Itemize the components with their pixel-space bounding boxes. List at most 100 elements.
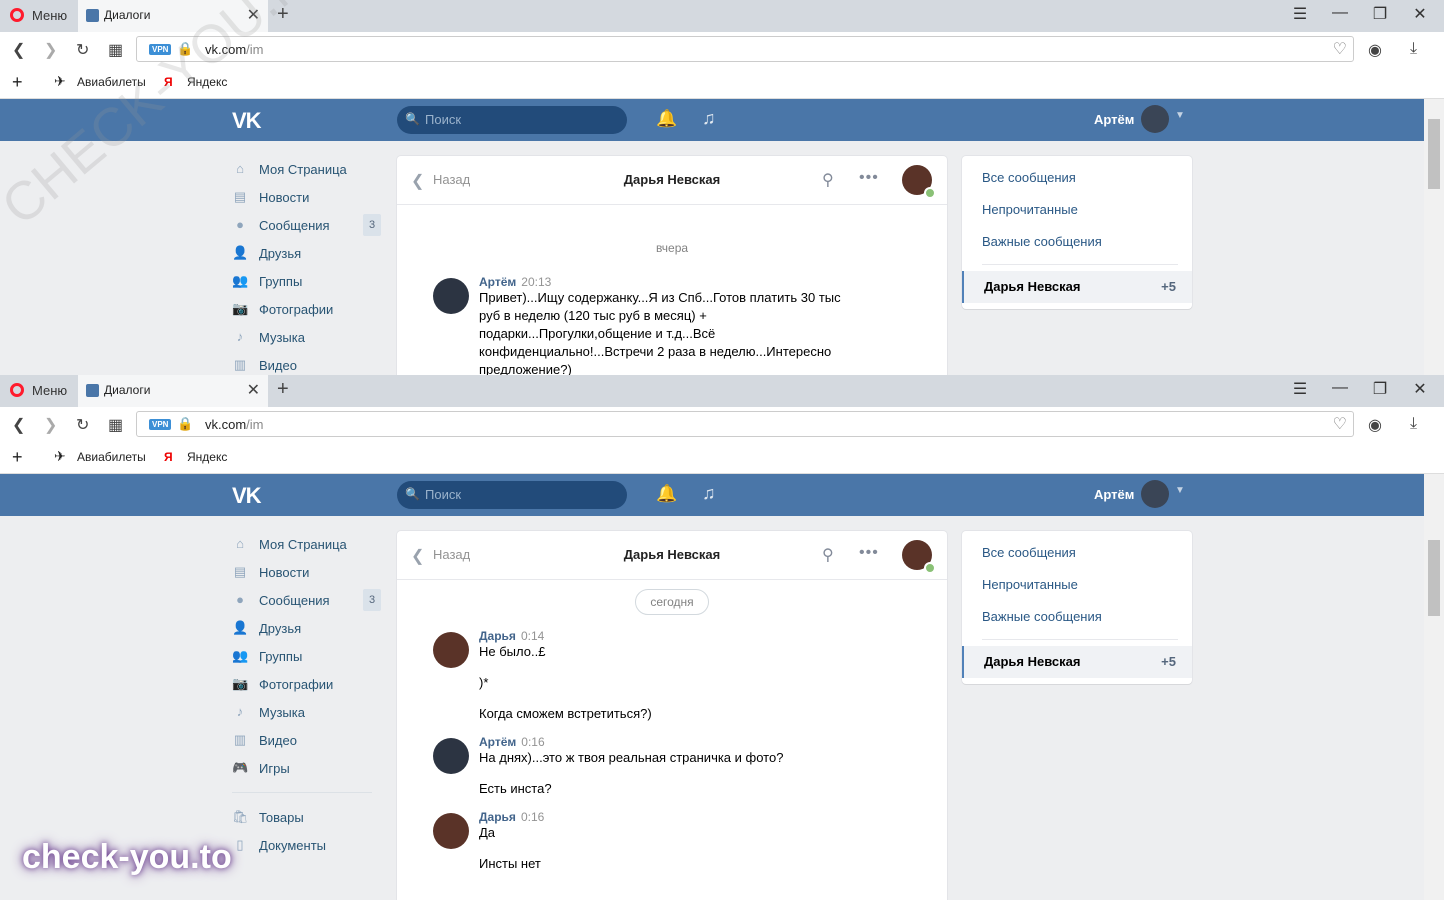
- nav-item-games[interactable]: 🎮 Игры: [232, 756, 382, 784]
- message-author[interactable]: Дарья: [479, 810, 516, 824]
- nav-item-messages[interactable]: ● Сообщения 3: [232, 588, 382, 616]
- url-field[interactable]: VPN 🔒 vk.com/im ♡: [136, 411, 1354, 437]
- vk-logo-icon[interactable]: VK: [232, 108, 262, 134]
- close-window-icon[interactable]: ✕: [1408, 379, 1432, 399]
- restore-icon[interactable]: ❐: [1368, 379, 1392, 399]
- minimize-icon[interactable]: —: [1328, 379, 1352, 397]
- author-avatar[interactable]: [433, 738, 469, 774]
- nav-item-documents[interactable]: ▯ Документы: [232, 833, 382, 861]
- add-bookmark-icon[interactable]: +: [12, 72, 23, 93]
- url-field[interactable]: VPN 🔒 vk.com/im ♡: [136, 36, 1354, 62]
- nav-item-friends[interactable]: 👤 Друзья: [232, 616, 382, 644]
- nav-item-photos[interactable]: 📷 Фотографии: [232, 297, 382, 325]
- download-icon[interactable]: ⤓: [1410, 40, 1417, 58]
- message-line: Не было..£: [479, 644, 546, 659]
- vk-search-input[interactable]: 🔍 Поиск: [397, 481, 627, 509]
- bookmark-yandex[interactable]: Яндекс: [187, 450, 227, 464]
- message-author[interactable]: Дарья: [479, 629, 516, 643]
- nav-item-news[interactable]: ▤ Новости: [232, 560, 382, 588]
- forward-icon[interactable]: ❯: [44, 40, 57, 60]
- snapshot-icon[interactable]: ◉: [1368, 415, 1382, 435]
- nav-item-my-page[interactable]: ⌂ Моя Страница: [232, 157, 382, 185]
- message-author[interactable]: Артём: [479, 735, 516, 749]
- speed-dial-icon[interactable]: ▦: [108, 415, 123, 435]
- nav-item-groups[interactable]: 👥 Группы: [232, 269, 382, 297]
- opera-logo-icon[interactable]: [10, 8, 24, 22]
- filter-all-messages[interactable]: Все сообщения: [962, 537, 1192, 569]
- browser-menu-button[interactable]: Меню: [32, 8, 67, 23]
- close-window-icon[interactable]: ✕: [1408, 4, 1432, 24]
- nav-item-friends[interactable]: 👤 Друзья: [232, 241, 382, 269]
- chevron-down-icon[interactable]: ▼: [1175, 110, 1185, 121]
- nav-item-news[interactable]: ▤ Новости: [232, 185, 382, 213]
- user-name[interactable]: Артём: [1094, 112, 1134, 127]
- filter-important[interactable]: Важные сообщения: [962, 226, 1192, 258]
- active-dialog-item[interactable]: Дарья Невская +5: [962, 271, 1192, 303]
- active-dialog-item[interactable]: Дарья Невская +5: [962, 646, 1192, 678]
- vk-logo-icon[interactable]: VK: [232, 483, 262, 509]
- bookmark-aviatickets[interactable]: Авиабилеты: [77, 450, 146, 464]
- filter-unread[interactable]: Непрочитанные: [962, 194, 1192, 226]
- notifications-bell-icon[interactable]: 🔔: [656, 484, 677, 504]
- nav-item-music[interactable]: ♪ Музыка: [232, 700, 382, 728]
- add-bookmark-icon[interactable]: +: [12, 447, 23, 468]
- vk-search-input[interactable]: 🔍 Поиск: [397, 106, 627, 134]
- search-icon[interactable]: ⚲: [822, 545, 834, 565]
- message-time[interactable]: 0:16: [521, 810, 544, 824]
- notifications-bell-icon[interactable]: 🔔: [656, 109, 677, 129]
- more-icon[interactable]: •••: [859, 169, 879, 187]
- forward-icon[interactable]: ❯: [44, 415, 57, 435]
- chevron-down-icon[interactable]: ▼: [1175, 485, 1185, 496]
- new-tab-button[interactable]: +: [277, 378, 289, 401]
- bookmark-heart-icon[interactable]: ♡: [1333, 414, 1347, 434]
- restore-icon[interactable]: ❐: [1368, 4, 1392, 24]
- tabs-menu-icon[interactable]: ☰: [1288, 379, 1312, 399]
- message-time[interactable]: 0:14: [521, 629, 544, 643]
- music-player-icon[interactable]: ♫: [702, 108, 716, 129]
- user-avatar[interactable]: [1141, 480, 1169, 508]
- nav-item-market[interactable]: 🛍 Товары: [232, 805, 382, 833]
- reload-icon[interactable]: ↻: [76, 415, 89, 435]
- nav-item-video[interactable]: ▥ Видео: [232, 728, 382, 756]
- lock-icon[interactable]: 🔒: [177, 416, 193, 432]
- back-icon[interactable]: ❮: [12, 415, 25, 435]
- nav-item-video[interactable]: ▥ Видео: [232, 353, 382, 375]
- author-avatar[interactable]: [433, 632, 469, 668]
- nav-item-photos[interactable]: 📷 Фотографии: [232, 672, 382, 700]
- author-avatar[interactable]: [433, 278, 469, 314]
- search-icon[interactable]: ⚲: [822, 170, 834, 190]
- page-scrollbar[interactable]: [1424, 474, 1444, 900]
- tabs-menu-icon[interactable]: ☰: [1288, 4, 1312, 24]
- tab-close-icon[interactable]: ✕: [247, 380, 260, 400]
- opera-logo-icon[interactable]: [10, 383, 24, 397]
- nav-item-groups[interactable]: 👥 Группы: [232, 644, 382, 672]
- message-time[interactable]: 0:16: [521, 735, 544, 749]
- browser-tab-dialogs[interactable]: Диалоги ✕: [78, 375, 268, 407]
- speed-dial-icon[interactable]: ▦: [108, 40, 123, 60]
- message-time[interactable]: 20:13: [521, 275, 551, 289]
- nav-item-messages[interactable]: ● Сообщения 3: [232, 213, 382, 241]
- vpn-badge[interactable]: VPN: [149, 419, 172, 430]
- page-scrollbar[interactable]: [1424, 99, 1444, 375]
- nav-item-music[interactable]: ♪ Музыка: [232, 325, 382, 353]
- filter-important[interactable]: Важные сообщения: [962, 601, 1192, 633]
- message-author[interactable]: Артём: [479, 275, 516, 289]
- browser-menu-button[interactable]: Меню: [32, 383, 67, 398]
- url-text[interactable]: vk.com/im: [205, 417, 264, 432]
- more-icon[interactable]: •••: [859, 544, 879, 562]
- scrollbar-thumb[interactable]: [1428, 540, 1440, 616]
- reload-icon[interactable]: ↻: [76, 40, 89, 60]
- filter-unread[interactable]: Непрочитанные: [962, 569, 1192, 601]
- minimize-icon[interactable]: —: [1328, 4, 1352, 22]
- download-icon[interactable]: ⤓: [1410, 415, 1417, 433]
- scrollbar-thumb[interactable]: [1428, 119, 1440, 189]
- music-player-icon[interactable]: ♫: [702, 483, 716, 504]
- bookmark-heart-icon[interactable]: ♡: [1333, 39, 1347, 59]
- author-avatar[interactable]: [433, 813, 469, 849]
- user-name[interactable]: Артём: [1094, 487, 1134, 502]
- user-avatar[interactable]: [1141, 105, 1169, 133]
- snapshot-icon[interactable]: ◉: [1368, 40, 1382, 60]
- nav-item-my-page[interactable]: ⌂ Моя Страница: [232, 532, 382, 560]
- back-icon[interactable]: ❮: [12, 40, 25, 60]
- filter-all-messages[interactable]: Все сообщения: [962, 162, 1192, 194]
